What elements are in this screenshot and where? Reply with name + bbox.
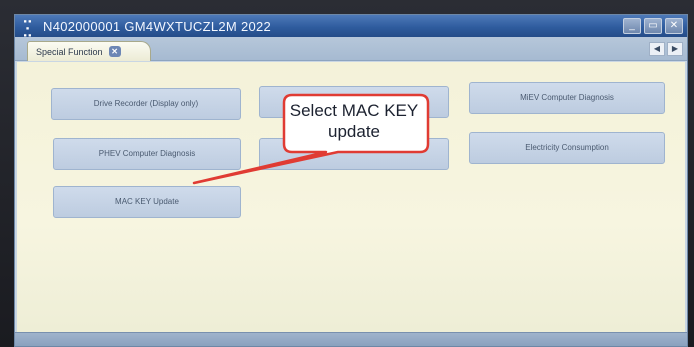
miev-diagnosis-button[interactable]: MiEV Computer Diagnosis [469, 82, 665, 114]
window-controls: _ ▭ ✕ [623, 18, 683, 34]
callout-text: Select MAC KEY update [289, 101, 419, 141]
tab-close-icon[interactable]: ✕ [108, 46, 121, 57]
function-button-hidden-2[interactable] [259, 138, 449, 170]
title-bar: ▪▪ ▪ ▪▪ N402000001 GM4WXTUCZL2M 2022 _ ▭… [15, 15, 687, 39]
app-window: ▪▪ ▪ ▪▪ N402000001 GM4WXTUCZL2M 2022 _ ▭… [14, 14, 688, 347]
tab-label: Special Function [36, 46, 103, 57]
minimize-button[interactable]: _ [623, 18, 641, 34]
tab-next-button[interactable]: ▶ [667, 42, 683, 56]
tab-special-function[interactable]: Special Function ✕ [27, 41, 151, 61]
phev-diagnosis-button[interactable]: PHEV Computer Diagnosis [53, 138, 241, 170]
monitor-screen: ▪▪ ▪ ▪▪ N402000001 GM4WXTUCZL2M 2022 _ ▭… [0, 0, 694, 347]
status-bar [15, 332, 687, 346]
tab-strip: Special Function ✕ ◀ ▶ [15, 37, 687, 61]
close-button[interactable]: ✕ [665, 18, 683, 34]
restore-button[interactable]: ▭ [644, 18, 662, 34]
drive-recorder-button[interactable]: Drive Recorder (Display only) [51, 88, 241, 120]
window-title: N402000001 GM4WXTUCZL2M 2022 [43, 18, 272, 34]
app-logo-icon: ▪▪ ▪ ▪▪ [23, 18, 33, 39]
tab-navigation: ◀ ▶ [649, 42, 683, 56]
electricity-consumption-button[interactable]: Electricity Consumption [469, 132, 665, 164]
tab-prev-button[interactable]: ◀ [649, 42, 665, 56]
mac-key-update-button[interactable]: MAC KEY Update [53, 186, 241, 218]
